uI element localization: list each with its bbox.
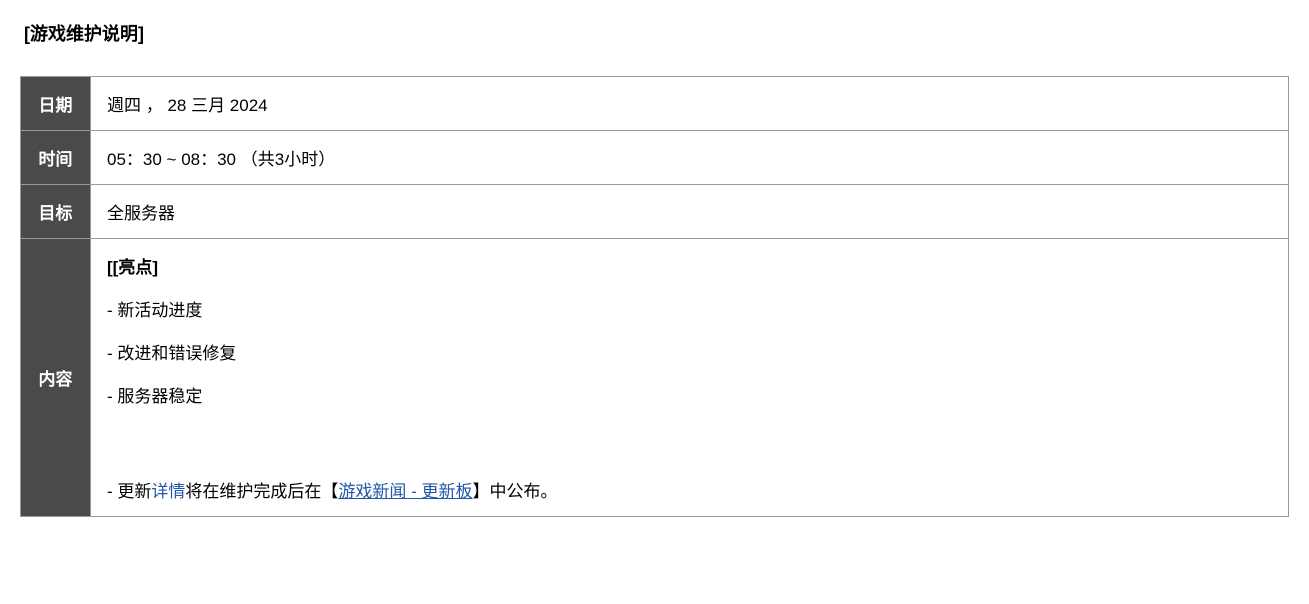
row-date: 日期 週四 ， 28 三月 2024 [21, 77, 1289, 131]
footer-tail-text: 中公布。 [490, 482, 558, 501]
label-time: 时间 [21, 131, 91, 185]
page-title: [游戏维护说明] [20, 20, 1289, 46]
footer-bracket-open: 【 [321, 482, 338, 501]
footer-update-text: 更新 [117, 482, 151, 501]
row-content: 内容 [[亮点] - 新活动进度 - 改进和错误修复 - 服务器稳定 - 更新详… [21, 239, 1289, 517]
footer-middle-text: 将在维护完成后在 [185, 482, 321, 501]
label-content: 内容 [21, 239, 91, 517]
highlight-item: - 服务器稳定 [107, 382, 1272, 407]
value-date: 週四 ， 28 三月 2024 [91, 77, 1289, 131]
highlight-item: - 改进和错误修复 [107, 339, 1272, 364]
label-target: 目标 [21, 185, 91, 239]
content-footer-note: - 更新详情将在维护完成后在【游戏新闻 - 更新板】中公布。 [107, 477, 1272, 502]
label-date: 日期 [21, 77, 91, 131]
value-time: 05：30 ~ 08：30 （共3小时） [91, 131, 1289, 185]
footer-detail-text: 详情 [151, 482, 185, 501]
value-target: 全服务器 [91, 185, 1289, 239]
highlight-item: - 新活动进度 [107, 296, 1272, 321]
value-content: [[亮点] - 新活动进度 - 改进和错误修复 - 服务器稳定 - 更新详情将在… [91, 239, 1289, 517]
footer-bracket-close: 】 [473, 482, 490, 501]
news-update-board-link[interactable]: 游戏新闻 - 更新板 [338, 482, 472, 501]
row-time: 时间 05：30 ~ 08：30 （共3小时） [21, 131, 1289, 185]
maintenance-info-table: 日期 週四 ， 28 三月 2024 时间 05：30 ~ 08：30 （共3小… [20, 76, 1289, 517]
row-target: 目标 全服务器 [21, 185, 1289, 239]
footer-dash: - [107, 482, 117, 501]
highlight-title: [[亮点] [107, 253, 1272, 278]
